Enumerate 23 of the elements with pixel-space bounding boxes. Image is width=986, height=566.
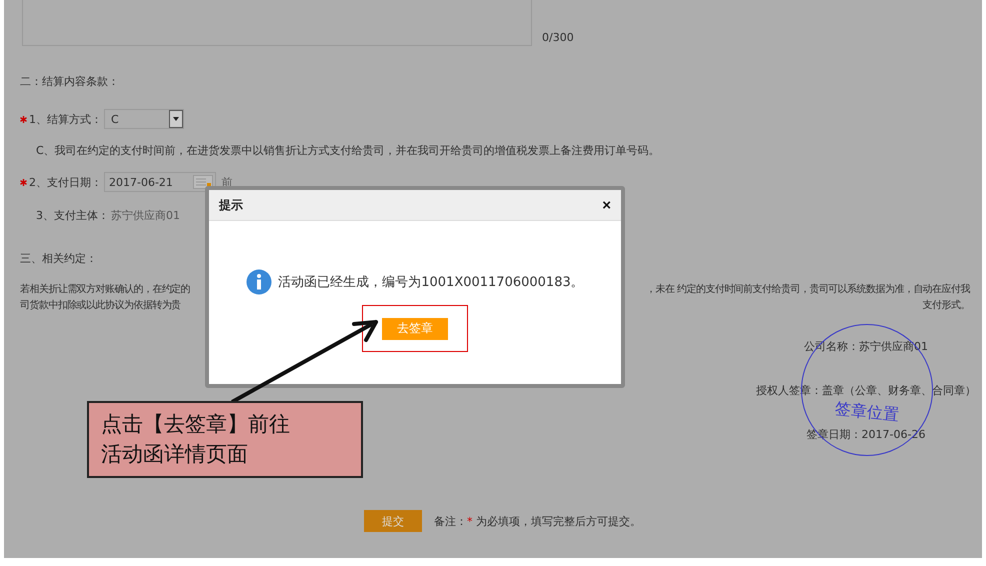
info-icon (246, 269, 272, 295)
char-count: 0/300 (542, 31, 574, 44)
stamp-text: 签章位置 (834, 400, 900, 424)
terms-text: 若相关折让需双方对账确认的，在约定的 (20, 282, 190, 297)
dialog-title: 提示 (219, 196, 243, 214)
terms-text: 司货款中扣除或以此协议为依据转为贵 (20, 298, 181, 313)
section-title: 二：结算内容条款： (19, 74, 120, 89)
required-note: 备注：* 为必填项，填写完整后方可提交。 (434, 514, 641, 528)
close-button[interactable]: × (602, 196, 611, 214)
calendar-icon (193, 175, 213, 189)
section-title: 三、相关约定： (19, 251, 98, 266)
settlement-select[interactable]: C (104, 109, 184, 129)
callout-text: 点击【去签章】前往 (101, 411, 291, 438)
field-label: 3、支付主体： (36, 208, 109, 223)
field-label: 1、结算方式： (29, 112, 102, 126)
settlement-note: C、我司在约定的支付时间前，在进货发票中以销售折让方式支付给贵司，并在我司开给贵司的增值税发票上备注费用订单号码。 (35, 143, 661, 158)
terms-text: ，未在 约定的支付时间前支付给贵司，贵司可以系统数据为准，自动在应付我 (646, 282, 970, 297)
dropdown-caret-icon (169, 110, 183, 128)
field-label: 2、支付日期： (29, 174, 102, 190)
terms-text: 支付形式。 (922, 298, 970, 313)
field-value: 苏宁供应商01 (111, 208, 180, 223)
callout-text: 活动函详情页面 (101, 441, 249, 468)
dialog-message: 活动函已经生成，编号为1001X0011706000183。 (278, 274, 584, 291)
